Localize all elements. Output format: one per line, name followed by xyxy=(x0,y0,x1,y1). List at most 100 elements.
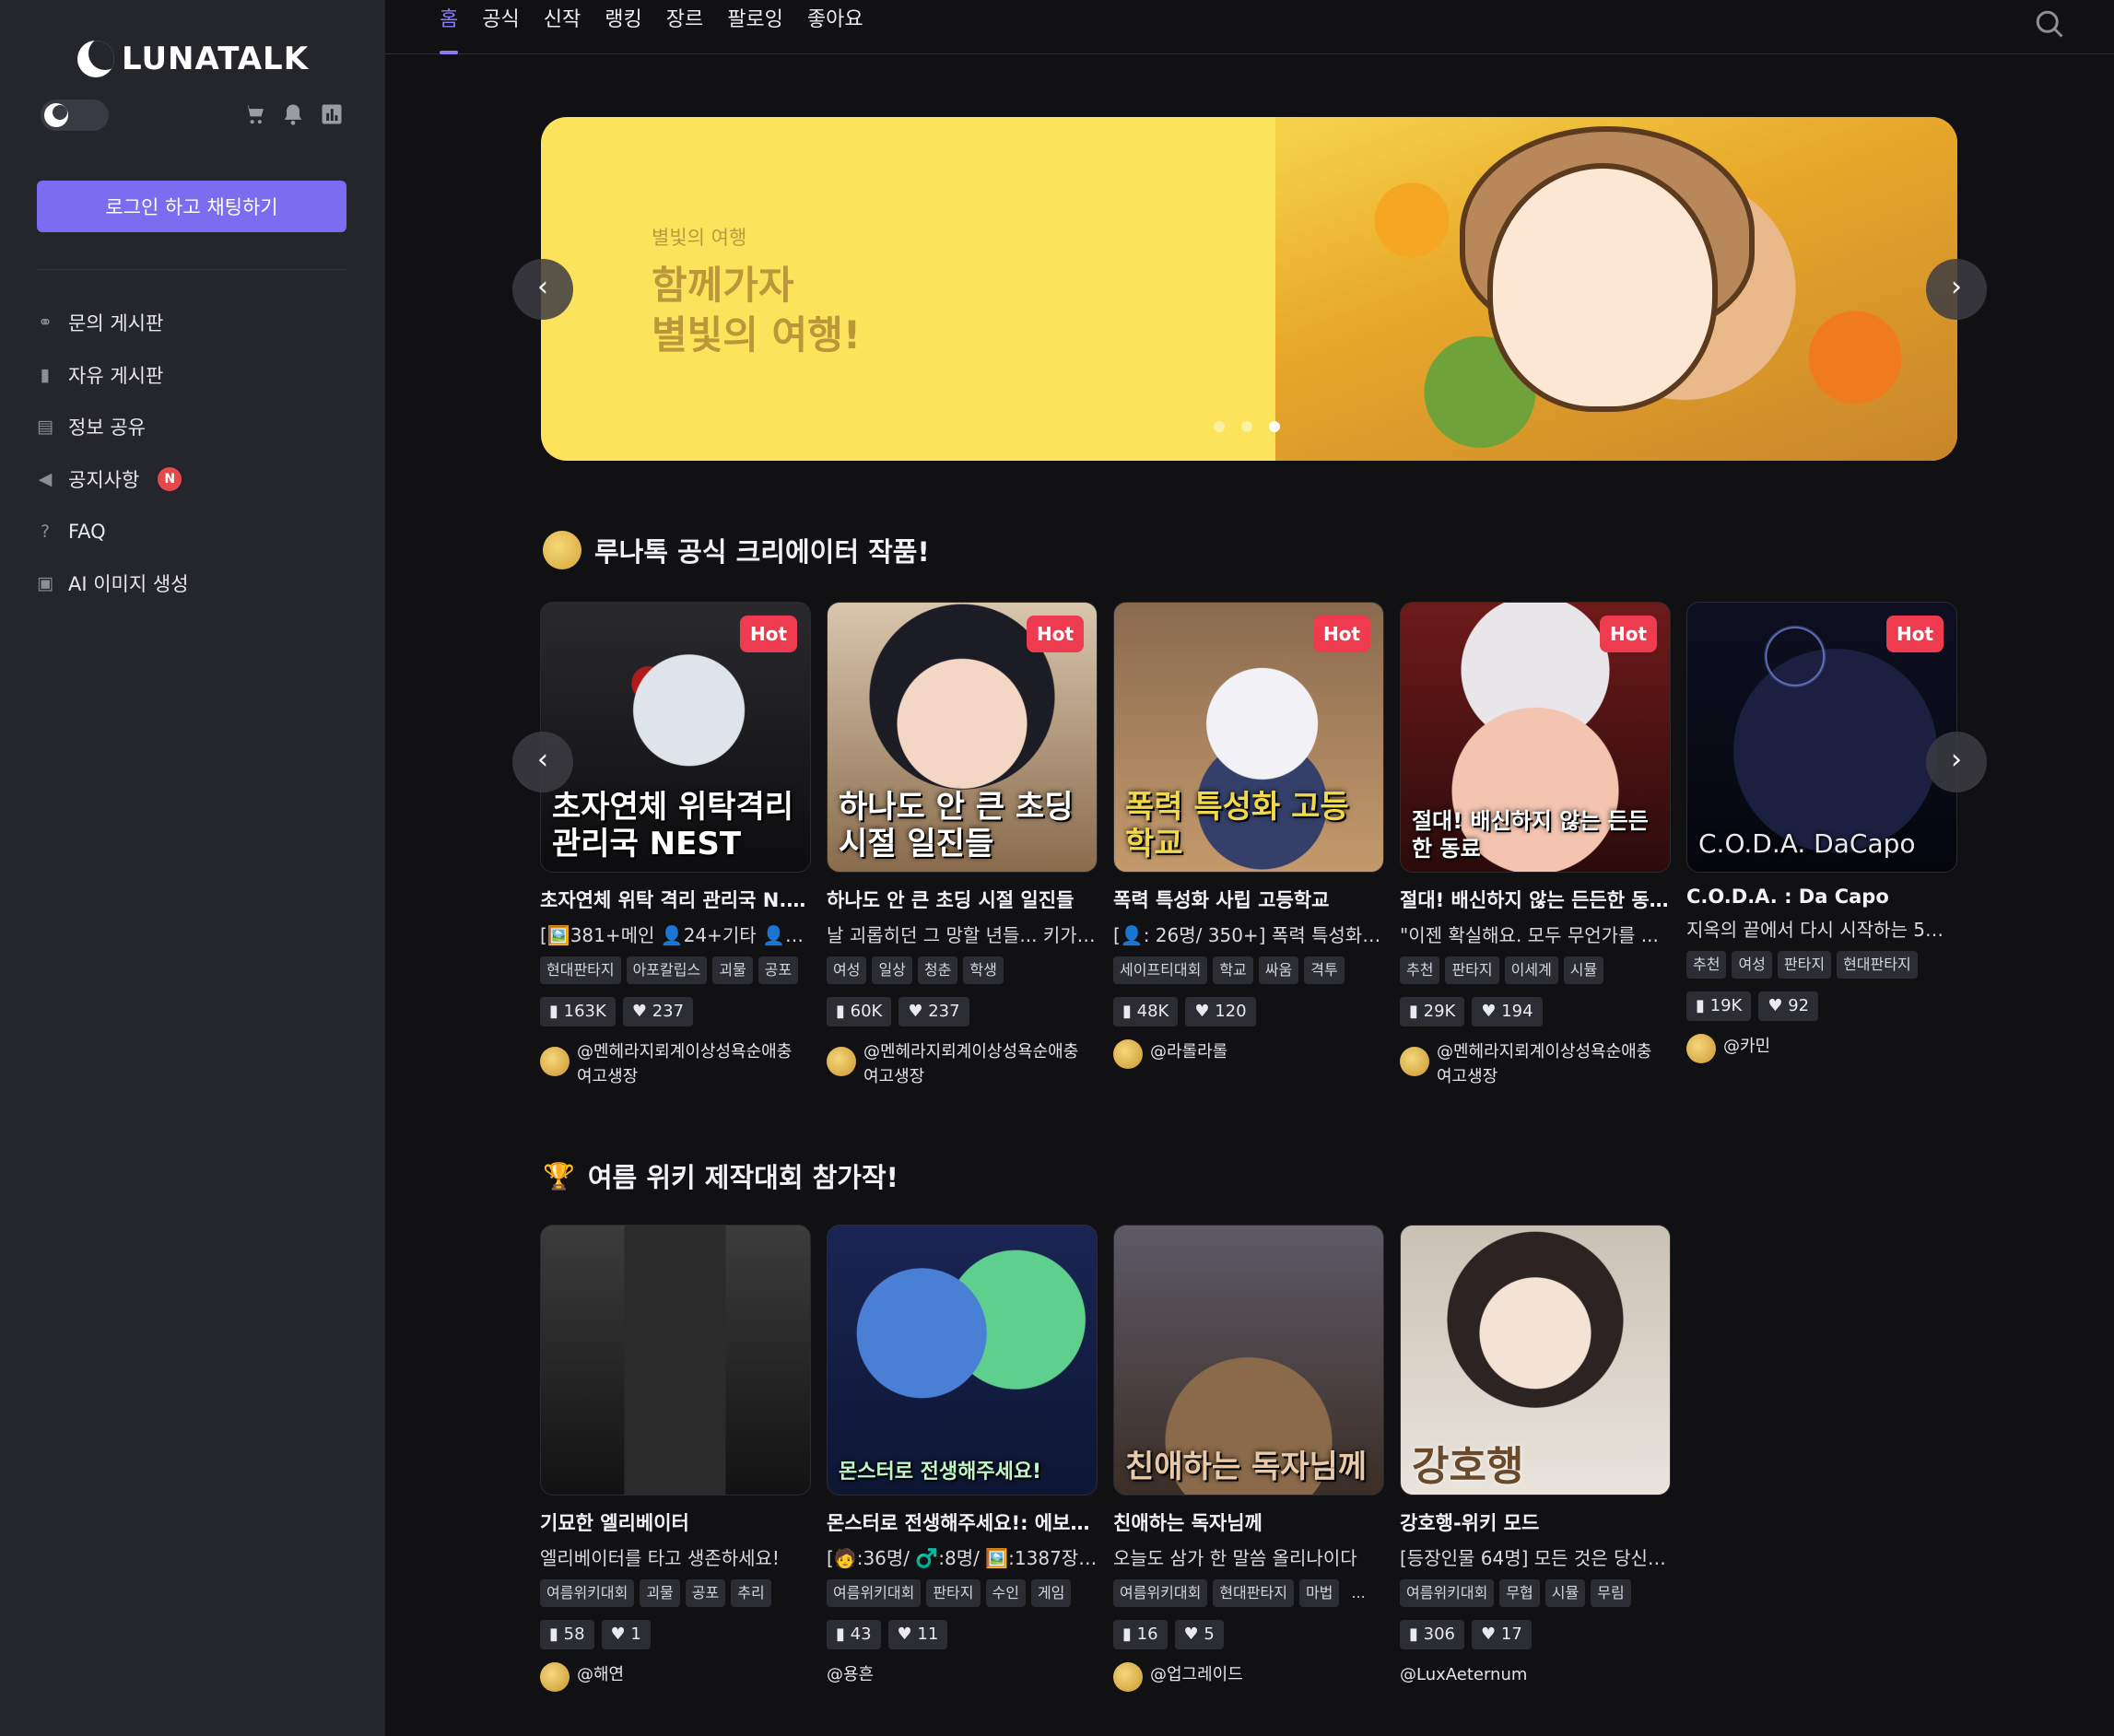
sidebar-item-ai-image[interactable]: ▣ AI 이미지 생성 xyxy=(35,557,189,610)
card-thumbnail: 강호행 xyxy=(1400,1225,1671,1496)
tag[interactable]: 이세계 xyxy=(1504,956,1558,984)
card-author[interactable]: @카민 xyxy=(1686,1034,1957,1063)
card-author[interactable]: @해연 xyxy=(540,1662,811,1692)
tag[interactable]: 현대판타지 xyxy=(1837,951,1918,979)
card-author[interactable]: @멘헤라지뢰계이상성욕순애충 여고생장 xyxy=(540,1039,811,1089)
card-author[interactable]: @LuxAeternum xyxy=(1400,1662,1671,1687)
login-chat-button[interactable]: 로그인 하고 채팅하기 xyxy=(37,181,346,232)
comment-count: ▮ 60K xyxy=(827,997,892,1026)
tag[interactable]: 판타지 xyxy=(1445,956,1499,984)
tab-genre[interactable]: 장르 xyxy=(654,0,715,54)
tab-following[interactable]: 팔로잉 xyxy=(715,0,795,54)
card-author[interactable]: @라롤라롤 xyxy=(1113,1039,1384,1069)
tag[interactable]: 시뮬 xyxy=(1563,956,1604,984)
tag[interactable]: 여성 xyxy=(827,956,867,984)
work-card[interactable]: Hot 초자연체 위탁격리관리국 NEST 초자연체 위탁 격리 관리국 N.E… xyxy=(540,602,811,1089)
tag[interactable]: 여름위키대회 xyxy=(827,1579,922,1607)
tab-likes[interactable]: 좋아요 xyxy=(795,0,875,54)
tag[interactable]: 현대판타지 xyxy=(540,956,621,984)
sidebar: LUNATALK 로그인 하고 채팅하기 ⚭ 문의 게시판 ▮ 자유 게시판 ▤… xyxy=(0,0,385,1736)
tag[interactable]: 현대판타지 xyxy=(1213,1579,1294,1607)
tag[interactable]: 일상 xyxy=(872,956,912,984)
tag[interactable]: 추천 xyxy=(1686,951,1727,979)
hero-dot-active[interactable] xyxy=(1269,421,1280,432)
tag[interactable]: 수인 xyxy=(985,1579,1026,1607)
card-description: [🧑:36명/ ♂️:8명/ 🖼️:1387장]... xyxy=(827,1547,1098,1569)
logo-text: LUNATALK xyxy=(122,41,310,77)
card-stats: ▮ 19K ♥ 92 xyxy=(1686,991,1957,1021)
thumbnail-caption: 몬스터로 전생해주세요! xyxy=(839,1460,1042,1484)
work-card[interactable]: Hot 폭력 특성화 고등학교 폭력 특성화 사립 고등학교 [👤: 26명/ … xyxy=(1113,602,1384,1089)
hero-dot[interactable] xyxy=(1214,421,1225,432)
tag[interactable]: 판타지 xyxy=(1777,951,1832,979)
work-card[interactable]: Hot C.O.D.A. DaCapo C.O.D.A. : Da Capo 지… xyxy=(1686,602,1957,1089)
card-author[interactable]: @멘헤라지뢰계이상성욕순애충 여고생장 xyxy=(827,1039,1098,1089)
tag[interactable]: 게임 xyxy=(1030,1579,1072,1607)
tag[interactable]: 여름위키대회 xyxy=(540,1579,635,1607)
work-card[interactable]: 몬스터로 전생해주세요! 몬스터로 전생해주세요!: 에보루션 [🧑:36명/ … xyxy=(827,1225,1098,1692)
hero-prev-button[interactable]: ‹ xyxy=(512,259,573,320)
tag[interactable]: 공포 xyxy=(758,956,799,984)
tag[interactable]: 여름위키대회 xyxy=(1113,1579,1208,1607)
sidebar-item-notice[interactable]: ◀ 공지사항 N xyxy=(35,453,189,506)
tag[interactable]: 마법 xyxy=(1298,1579,1340,1607)
logo[interactable]: LUNATALK xyxy=(77,37,309,81)
tag[interactable]: 괴물 xyxy=(712,956,753,984)
tag[interactable]: 판타지 xyxy=(926,1579,981,1607)
hero-dot[interactable] xyxy=(1241,421,1252,432)
sidebar-item-inquiry[interactable]: ⚭ 문의 게시판 xyxy=(35,297,189,349)
tab-official[interactable]: 공식 xyxy=(470,0,531,54)
official-next-button[interactable]: › xyxy=(1926,732,1987,792)
sidebar-item-label: 자유 게시판 xyxy=(68,364,164,387)
hero-next-button[interactable]: › xyxy=(1926,259,1987,320)
tag[interactable]: 추리 xyxy=(731,1579,771,1607)
tag[interactable]: 추천 xyxy=(1400,956,1440,984)
sidebar-item-free-board[interactable]: ▮ 자유 게시판 xyxy=(35,349,189,402)
card-author[interactable]: @업그레이드 xyxy=(1113,1662,1384,1692)
tab-new[interactable]: 신작 xyxy=(532,0,593,54)
work-card[interactable]: Hot 절대! 배신하지 않는 든든한 동료 절대! 배신하지 않는 든든한 동… xyxy=(1400,602,1671,1089)
card-author[interactable]: @멘헤라지뢰계이상성욕순애충 여고생장 xyxy=(1400,1039,1671,1089)
tag[interactable]: 공포 xyxy=(685,1579,726,1607)
work-card[interactable]: 친애하는 독자님께 친애하는 독자님께 오늘도 삼가 한 말씀 올리나이다 여름… xyxy=(1113,1225,1384,1692)
work-card[interactable]: 기묘한 엘리베이터 엘리베이터를 타고 생존하세요! 여름위키대회 괴물 공포 … xyxy=(540,1225,811,1692)
search-icon[interactable] xyxy=(2033,7,2066,41)
tag[interactable]: 격투 xyxy=(1304,956,1345,984)
tag[interactable]: 세이프티대회 xyxy=(1113,956,1208,984)
tag[interactable]: 아포칼립스 xyxy=(626,956,708,984)
chart-icon[interactable] xyxy=(319,101,345,127)
bell-icon[interactable] xyxy=(280,101,306,127)
official-prev-button[interactable]: ‹ xyxy=(512,732,573,792)
moon-logo-icon xyxy=(77,41,114,77)
tag[interactable]: 시뮬 xyxy=(1544,1579,1586,1607)
sidebar-item-faq[interactable]: ? FAQ xyxy=(35,505,189,557)
thumbnail-caption: 강호행 xyxy=(1412,1443,1524,1490)
tag[interactable]: 여름위키대회 xyxy=(1400,1579,1495,1607)
tag[interactable]: 무협 xyxy=(1499,1579,1540,1607)
moon-icon xyxy=(44,103,68,127)
tab-home[interactable]: 홈 xyxy=(428,0,470,54)
tag[interactable]: 싸움 xyxy=(1258,956,1299,984)
work-card[interactable]: Hot 하나도 안 큰 초딩시절 일진들 하나도 안 큰 초딩 시절 일진들 날… xyxy=(827,602,1098,1089)
chat-bubble-icon: ▮ xyxy=(1122,1625,1132,1644)
card-stats: ▮ 48K ♥ 120 xyxy=(1113,997,1384,1026)
card-tags: 여름위키대회 판타지 수인 게임 xyxy=(827,1579,1098,1609)
card-title: 폭력 특성화 사립 고등학교 xyxy=(1113,889,1330,911)
avatar xyxy=(1686,1034,1716,1063)
tag[interactable]: 여성 xyxy=(1732,951,1772,979)
tag[interactable]: 무림 xyxy=(1591,1579,1631,1607)
tag[interactable]: 청춘 xyxy=(917,956,958,984)
work-card[interactable]: 강호행 강호행-위키 모드 [등장인물 64명] 모든 것은 당신의... 여름… xyxy=(1400,1225,1671,1692)
tag[interactable]: 괴물 xyxy=(640,1579,680,1607)
tab-ranking[interactable]: 랭킹 xyxy=(593,0,653,54)
sidebar-item-info-share[interactable]: ▤ 정보 공유 xyxy=(35,401,189,453)
tag[interactable]: ... xyxy=(1345,1579,1371,1607)
card-tags: 추천 여성 판타지 현대판타지 xyxy=(1686,951,1957,980)
theme-toggle[interactable] xyxy=(41,100,109,131)
tag[interactable]: 학생 xyxy=(963,956,1004,984)
tag[interactable]: 학교 xyxy=(1213,956,1253,984)
card-author[interactable]: @용흔 xyxy=(827,1662,1098,1687)
cart-icon[interactable] xyxy=(241,101,267,127)
hero-banner[interactable]: 별빛의 여행 함께가자 별빛의 여행! xyxy=(541,117,1957,461)
hero-title: 함께가자 별빛의 여행! xyxy=(652,263,861,358)
